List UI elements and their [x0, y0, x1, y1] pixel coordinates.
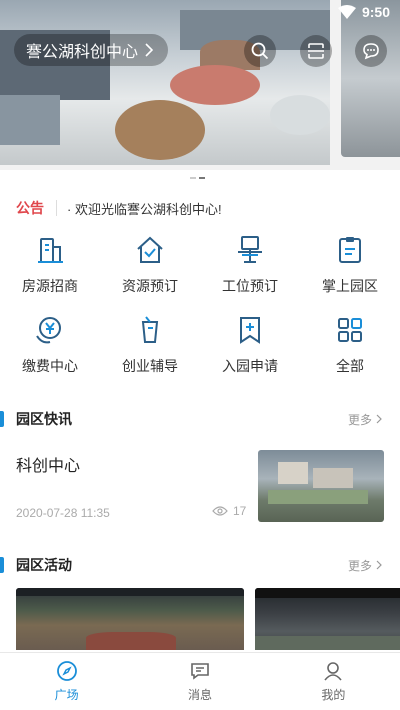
news-section-header: 园区快讯 更多 [0, 407, 400, 431]
compass-icon [56, 661, 77, 681]
news-list-item[interactable]: 科创中心 2020-07-28 11:35 17 [16, 450, 384, 522]
news-views: 17 [212, 504, 246, 518]
user-icon [324, 662, 342, 681]
service-item-park-application[interactable]: 入园申请 [200, 314, 300, 376]
cup-icon [141, 316, 159, 343]
scan-button[interactable] [300, 35, 332, 67]
service-label: 工位预订 [222, 278, 278, 294]
status-bar: 9:50 [0, 0, 400, 24]
more-label: 更多 [347, 412, 372, 427]
activity-section-header: 园区活动 更多 [0, 553, 400, 577]
service-item-mobile-park[interactable]: 掌上园区 [300, 234, 400, 296]
bottom-tab-bar: 广场 消息 我的 [0, 652, 400, 710]
tab-profile[interactable]: 我的 [267, 653, 400, 710]
building-icon [38, 238, 63, 263]
message-icon [191, 663, 209, 680]
chevron-right-icon [376, 414, 382, 424]
notice-divider [56, 200, 57, 216]
location-label: 謇公湖科创中心 [26, 44, 139, 61]
carousel-dot-active [199, 177, 205, 179]
service-item-property[interactable]: 房源招商 [0, 234, 100, 296]
status-time: 9:50 [361, 4, 390, 20]
tab-messages[interactable]: 消息 [133, 653, 266, 710]
eye-icon [212, 506, 228, 516]
chevron-right-icon [376, 560, 382, 570]
news-more-link[interactable]: 更多 [348, 411, 382, 428]
service-label: 资源预订 [122, 278, 178, 294]
search-button[interactable] [244, 35, 276, 67]
activity-card-image[interactable] [16, 588, 244, 650]
service-label: 全部 [336, 358, 364, 374]
service-item-payment-center[interactable]: 缴费中心 [0, 314, 100, 376]
workstation-icon [238, 236, 262, 263]
news-date: 2020-07-28 11:35 [16, 506, 110, 520]
section-accent-bar [0, 411, 4, 427]
notice-message: · 欢迎光临謇公湖科创中心! [67, 201, 222, 217]
service-item-resource-booking[interactable]: 资源预订 [100, 234, 200, 296]
section-accent-bar [0, 557, 4, 573]
service-label: 入园申请 [222, 358, 278, 374]
service-label: 缴费中心 [22, 358, 78, 374]
notice-tag: 公告 [16, 200, 44, 216]
tab-label: 我的 [321, 688, 346, 702]
scan-icon [308, 43, 324, 59]
service-grid: 房源招商 资源预订 工位预订 掌上园区 缴费中心 创业辅导 入园申请 全部 [0, 234, 400, 376]
news-thumbnail [258, 450, 384, 522]
grid-all-icon [338, 318, 362, 342]
more-label: 更多 [347, 558, 372, 573]
section-title: 园区快讯 [16, 411, 72, 427]
bookmark-add-icon [240, 317, 260, 344]
banner-slide-image[interactable] [0, 0, 330, 165]
chat-bubble-icon [363, 43, 379, 60]
clipboard-icon [339, 237, 361, 263]
service-item-workstation-booking[interactable]: 工位预订 [200, 234, 300, 296]
tab-label: 消息 [187, 688, 212, 702]
wifi-icon [337, 5, 356, 19]
news-title: 科创中心 [16, 458, 81, 475]
service-label: 创业辅导 [122, 358, 178, 374]
news-view-count: 17 [233, 504, 247, 518]
notice-bar[interactable]: 公告 · 欢迎光临謇公湖科创中心! [16, 196, 384, 220]
service-label: 房源招商 [22, 278, 78, 294]
service-item-all[interactable]: 全部 [300, 314, 400, 376]
chevron-right-icon [145, 43, 154, 57]
section-title: 园区活动 [16, 557, 72, 573]
carousel-dot [190, 177, 196, 179]
message-button[interactable] [355, 35, 387, 67]
activity-card-image[interactable] [255, 588, 400, 650]
tab-square[interactable]: 广场 [0, 653, 133, 710]
service-label: 掌上园区 [322, 278, 378, 294]
banner-carousel[interactable] [0, 0, 400, 170]
tab-label: 广场 [54, 688, 79, 702]
yuan-payment-icon [36, 317, 61, 344]
location-selector[interactable]: 謇公湖科创中心 [14, 34, 169, 66]
carousel-indicator [190, 177, 205, 179]
activity-more-link[interactable]: 更多 [348, 557, 382, 574]
service-item-startup-mentoring[interactable]: 创业辅导 [100, 314, 200, 376]
search-icon [251, 42, 269, 60]
house-check-icon [137, 236, 163, 263]
